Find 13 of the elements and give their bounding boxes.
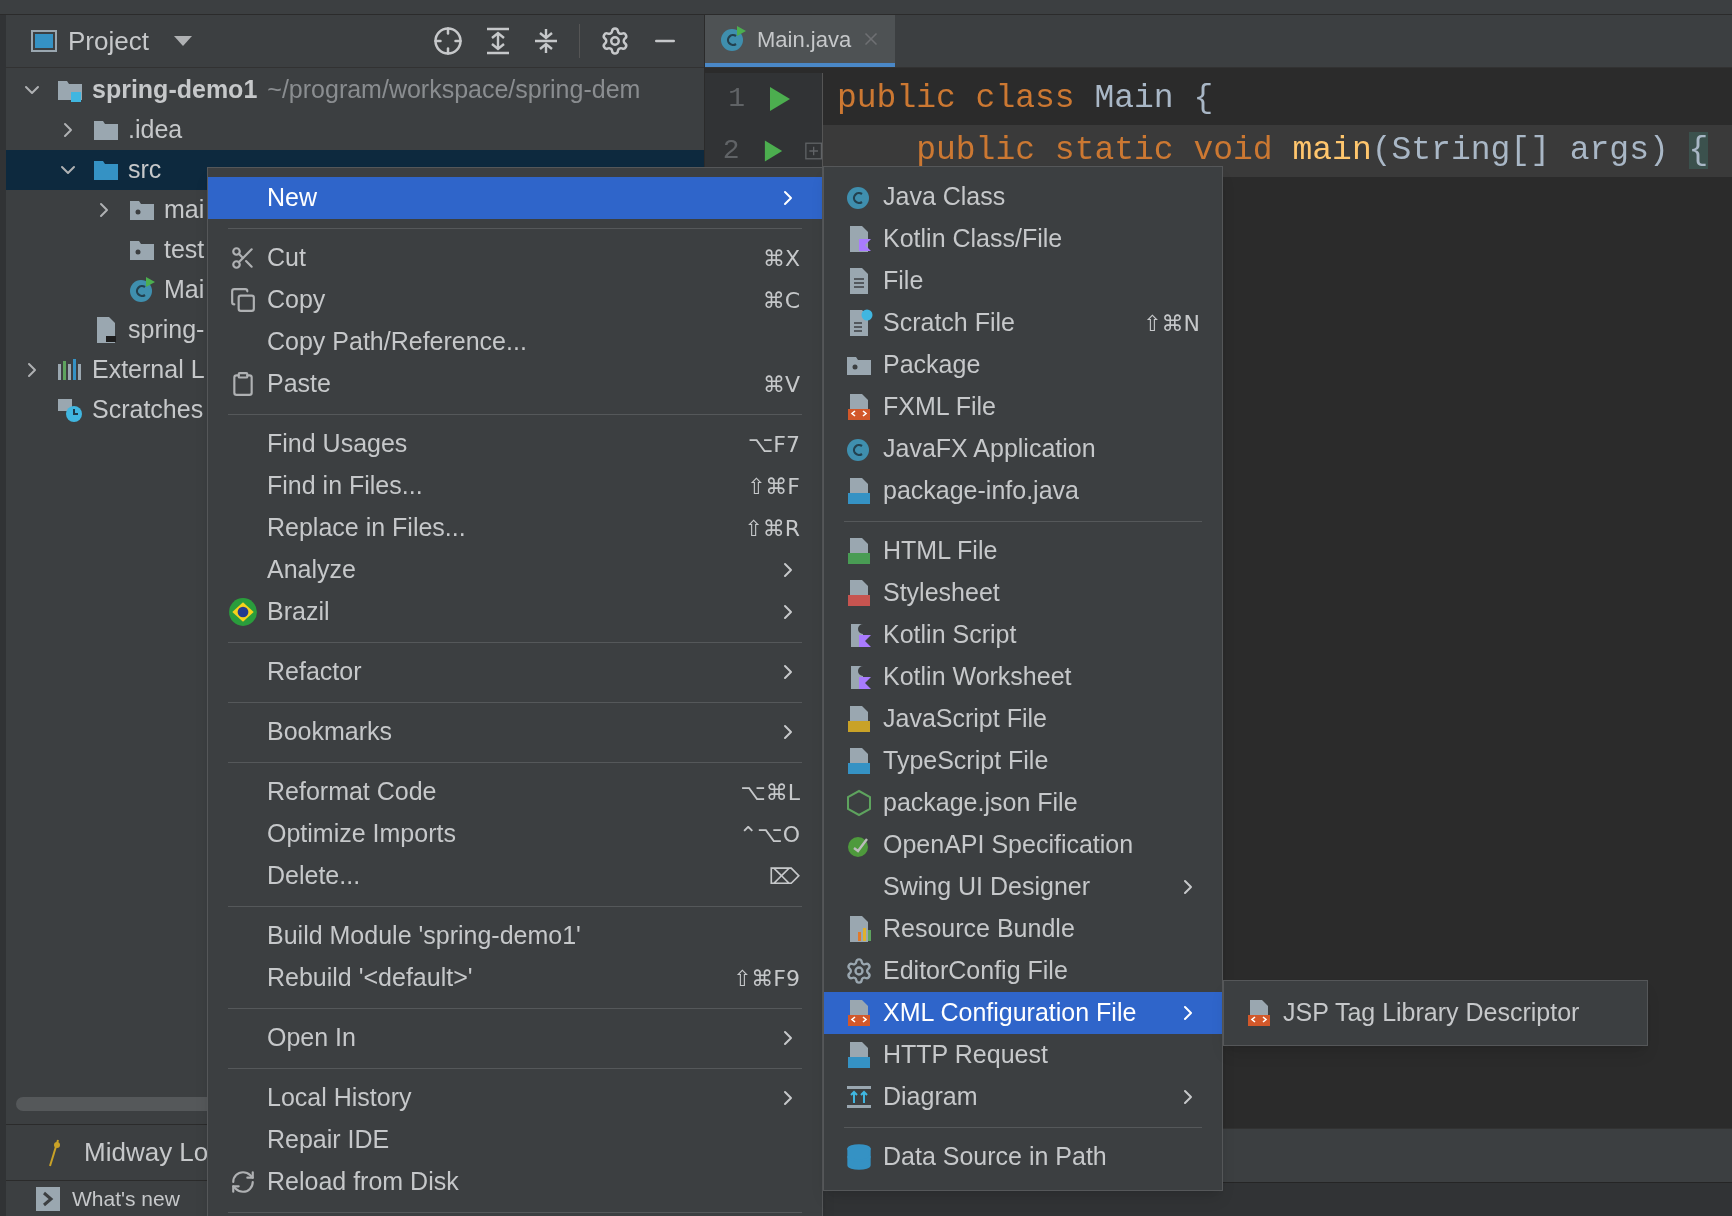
shortcut-text: ⇧⌘R bbox=[744, 514, 800, 543]
shortcut-text: ⇧⌘N bbox=[1143, 309, 1200, 338]
shortcut-text: ⌦ bbox=[768, 862, 800, 891]
shortcut-text: ⌘X bbox=[762, 244, 800, 273]
shortcut-text: ⌃⌥O bbox=[738, 820, 800, 849]
shortcut-text: ⌥F7 bbox=[748, 430, 800, 459]
shortcut-text: ⇧⌘F bbox=[746, 472, 800, 501]
shortcut-text: ⌘C bbox=[762, 286, 800, 315]
shortcut-text: ⌘V bbox=[762, 370, 800, 399]
shortcut-text: ⇧⌘F9 bbox=[732, 964, 800, 993]
path-text: ~/program/workspace/spring-dem bbox=[267, 74, 641, 106]
panel-title: Project bbox=[68, 24, 149, 58]
shortcut-text: ⌥⌘L bbox=[740, 778, 800, 807]
